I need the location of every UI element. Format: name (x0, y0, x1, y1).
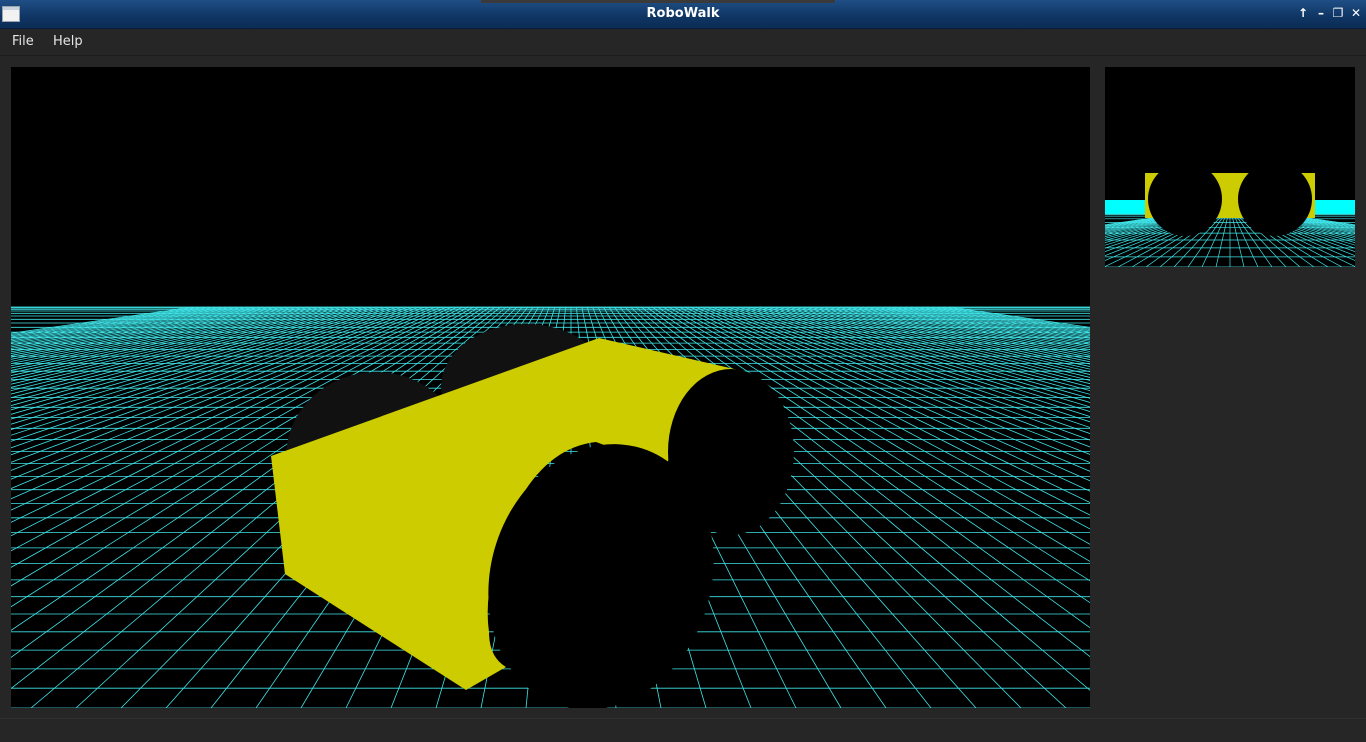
main-3d-viewport[interactable] (11, 67, 1090, 708)
menu-bar: File Help (0, 29, 1366, 56)
close-icon[interactable]: ✕ (1348, 5, 1364, 21)
status-bar (0, 718, 1366, 742)
title-drag-handle[interactable] (481, 0, 835, 3)
preview-wheel-left (1148, 162, 1222, 236)
window-title: RoboWalk (646, 6, 720, 21)
preview-floor-grid (1105, 213, 1355, 267)
arrow-up-icon[interactable]: ↑ (1295, 5, 1311, 21)
preview-viewport[interactable] (1105, 67, 1355, 267)
minimize-icon[interactable]: – (1313, 5, 1329, 21)
preview-wheel-right (1238, 162, 1312, 236)
maximize-icon[interactable]: ❐ (1330, 5, 1346, 21)
main-scene (11, 306, 1090, 708)
menu-help[interactable]: Help (53, 34, 83, 49)
title-bar: RoboWalk ↑ – ❐ ✕ (0, 0, 1366, 29)
menu-file[interactable]: File (12, 34, 34, 49)
preview-scene (1105, 162, 1355, 267)
